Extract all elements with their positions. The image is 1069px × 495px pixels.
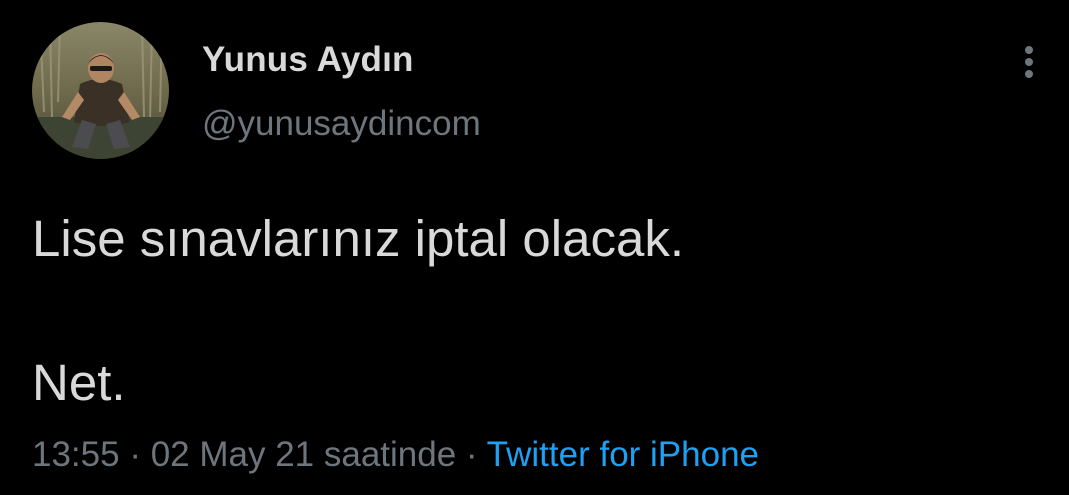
- meta-separator: ·: [456, 435, 487, 474]
- tweet-source-link[interactable]: Twitter for iPhone: [487, 435, 759, 474]
- more-options-button[interactable]: [1010, 42, 1050, 82]
- tweet-text: Lise sınavlarınız iptal olacak. Net.: [32, 203, 1032, 419]
- profile-photo-icon: [32, 22, 169, 159]
- tweet-line: Lise sınavlarınız iptal olacak.: [32, 210, 684, 267]
- tweet-card: Yunus Aydın @yunusaydincom Lise sınavlar…: [0, 0, 1069, 495]
- tweet-time[interactable]: 13:55: [32, 435, 120, 474]
- user-handle[interactable]: @yunusaydincom: [202, 104, 481, 144]
- tweet-line: Net.: [32, 354, 126, 411]
- display-name[interactable]: Yunus Aydın: [202, 40, 414, 80]
- avatar[interactable]: [32, 22, 169, 159]
- meta-separator: ·: [119, 435, 151, 474]
- tweet-meta: 13:55 · 02 May 21 saatinde · Twitter for…: [32, 435, 759, 475]
- tweet-date[interactable]: 02 May 21 saatinde: [151, 435, 456, 474]
